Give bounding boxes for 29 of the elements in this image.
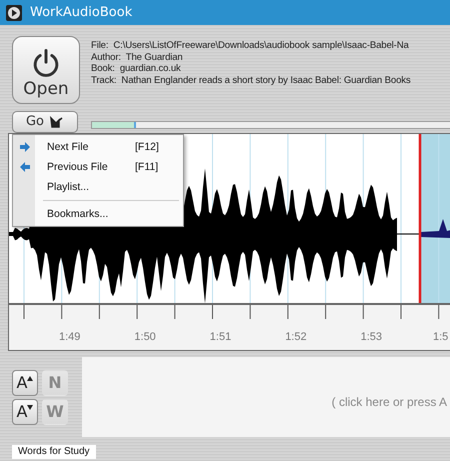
text-area-hint: ( click here or press A — [332, 395, 447, 409]
arrow-right-icon — [20, 142, 30, 152]
time-label: 1:5 — [433, 331, 448, 343]
font-size-increase-button[interactable]: A — [12, 370, 38, 396]
power-icon — [31, 48, 61, 78]
dropdown-menu-item[interactable]: Previous File [F11] — [13, 157, 183, 177]
progress-bar[interactable] — [91, 120, 450, 128]
open-button[interactable]: Open — [12, 36, 80, 104]
triangle-down-icon — [27, 404, 34, 410]
dropdown-menu-item[interactable]: Playlist... — [13, 177, 183, 197]
window-title: WorkAudioBook — [30, 5, 132, 20]
font-size-decrease-button[interactable]: A — [12, 398, 38, 424]
track-info-line: File: C:\Users\ListOfFreeware\Downloads\audiobook sample\Isaac-Babel-Na — [91, 40, 410, 52]
triangle-up-icon — [27, 376, 34, 380]
time-label: 1:52 — [285, 331, 307, 343]
track-info-line: Book: guardian.co.uk — [91, 63, 182, 74]
time-label: 1:50 — [134, 331, 156, 343]
app-icon — [6, 4, 22, 20]
arrow-left-icon — [20, 162, 30, 172]
track-info-line: Track: Nathan Englander reads a short story by Isaac Babel: Guardian Books — [91, 74, 412, 86]
dropdown-menu-item[interactable]: Next File [F12] — [13, 137, 183, 157]
dropdown-menu-item[interactable]: Bookmarks... — [13, 204, 183, 224]
tab[interactable]: Words for Study — [12, 445, 96, 459]
time-label: 1:51 — [210, 331, 232, 343]
time-label: 1:49 — [59, 331, 80, 343]
go-button[interactable]: Go — [12, 110, 78, 132]
track-info-line: Author: The Guardian — [91, 52, 184, 63]
arrow-icon — [50, 116, 64, 128]
time-label: 1:53 — [360, 331, 382, 343]
